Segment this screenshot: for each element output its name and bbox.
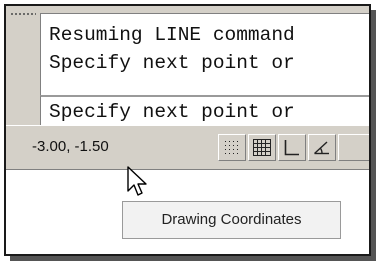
tooltip: Drawing Coordinates [122, 201, 341, 239]
grid-icon [253, 139, 271, 156]
object-snap-button[interactable] [338, 134, 369, 161]
grip-dots-icon [10, 12, 36, 16]
status-bar: -3.00, -1.50 [6, 125, 369, 170]
ortho-mode-button[interactable] [278, 134, 306, 161]
autocad-window-crop: Resuming LINE command Specify next point… [4, 4, 371, 256]
command-history: Resuming LINE command Specify next point… [40, 13, 369, 95]
command-line-window: Resuming LINE command Specify next point… [6, 6, 369, 127]
command-line-grip[interactable] [6, 6, 40, 125]
snap-dots-icon [225, 141, 238, 154]
drawing-coordinates[interactable]: -3.00, -1.50 [32, 138, 109, 155]
command-prompt-input[interactable]: Specify next point or [40, 95, 369, 127]
polar-icon [314, 141, 329, 155]
polar-tracking-button[interactable] [308, 134, 336, 161]
grid-display-button[interactable] [248, 134, 276, 161]
ortho-icon [284, 140, 299, 156]
snap-mode-button[interactable] [218, 134, 246, 161]
command-history-line: Specify next point or [49, 52, 295, 74]
command-history-line: Resuming LINE command [49, 24, 295, 46]
command-prompt-text: Specify next point or [49, 101, 295, 123]
